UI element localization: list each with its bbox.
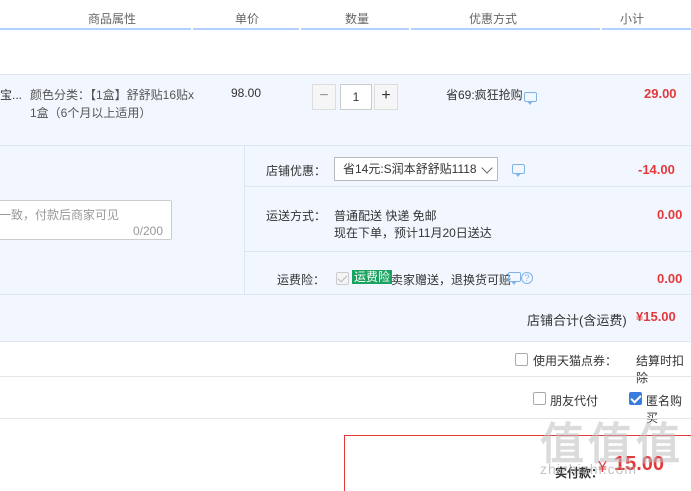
chat-icon[interactable] bbox=[512, 164, 525, 177]
insurance-tag: 运费险 bbox=[352, 270, 393, 284]
chat-icon[interactable] bbox=[508, 272, 521, 285]
help-icon[interactable]: ? bbox=[521, 272, 533, 284]
shipping-label: 运送方式： bbox=[266, 209, 327, 223]
item-attribute-line2: 1盒（6个月以上适用） bbox=[30, 106, 152, 120]
coupon-amount: -14.00 bbox=[638, 162, 675, 177]
insurance-label: 运费险： bbox=[277, 273, 326, 287]
chat-icon[interactable] bbox=[524, 92, 537, 105]
watermark-text: zhizhizhi.com bbox=[540, 461, 638, 477]
insurance-text: 卖家赠送，退换货可赔 bbox=[391, 273, 512, 287]
quantity-stepper[interactable]: − 1 + bbox=[312, 84, 398, 110]
header-discount: 优惠方式 bbox=[469, 12, 518, 26]
quantity-plus-button[interactable]: + bbox=[374, 84, 398, 110]
item-discount: 省69:疯狂抢购 bbox=[446, 88, 523, 102]
shipping-amount: 0.00 bbox=[657, 207, 683, 222]
quantity-input[interactable]: 1 bbox=[340, 84, 372, 110]
shop-total-label: 店铺合计(含运费) bbox=[527, 313, 627, 328]
insurance-checkbox[interactable] bbox=[336, 272, 349, 285]
shop-total-amount: ¥15.00 bbox=[636, 309, 676, 324]
anonymous-checkbox[interactable] bbox=[629, 392, 642, 405]
message-counter: 0/200 bbox=[133, 224, 164, 238]
chevron-down-icon bbox=[481, 162, 493, 174]
table-header: 商品属性 单价 数量 优惠方式 小计 bbox=[0, 0, 691, 30]
insurance-amount: 0.00 bbox=[657, 271, 683, 286]
header-unit-price: 单价 bbox=[235, 12, 260, 26]
coupon-selected-value: 省14元:S润本舒舒贴1118 bbox=[343, 162, 477, 176]
shipping-eta: 现在下单，预计11月20日送达 bbox=[334, 226, 492, 240]
friend-pay-label: 朋友代付 bbox=[550, 394, 599, 408]
coupon-label: 店铺优惠： bbox=[266, 164, 327, 178]
shipping-method: 普通配送 快递 免邮 bbox=[334, 209, 437, 223]
tmall-points-label: 使用天猫点券： bbox=[533, 354, 618, 368]
item-attribute-line1: 颜色分类：【1盒】舒舒贴16贴x bbox=[30, 88, 195, 102]
friend-pay-checkbox[interactable] bbox=[533, 392, 546, 405]
coupon-select[interactable]: 省14元:S润本舒舒贴1118 bbox=[334, 157, 498, 181]
item-title[interactable]: 宝... bbox=[0, 86, 22, 103]
quantity-minus-button[interactable]: − bbox=[312, 84, 336, 110]
header-attributes: 商品属性 bbox=[88, 12, 137, 26]
header-quantity: 数量 bbox=[345, 12, 370, 26]
item-unit-price: 98.00 bbox=[231, 86, 262, 100]
message-placeholder: 一致，付款后商家可见 bbox=[0, 208, 120, 222]
tmall-points-checkbox[interactable] bbox=[515, 353, 528, 366]
tmall-points-note: 结算时扣除 bbox=[636, 354, 685, 385]
header-subtotal: 小计 bbox=[620, 12, 645, 26]
seller-message-input[interactable]: 一致，付款后商家可见 0/200 bbox=[0, 200, 172, 240]
item-subtotal: 29.00 bbox=[644, 86, 677, 101]
